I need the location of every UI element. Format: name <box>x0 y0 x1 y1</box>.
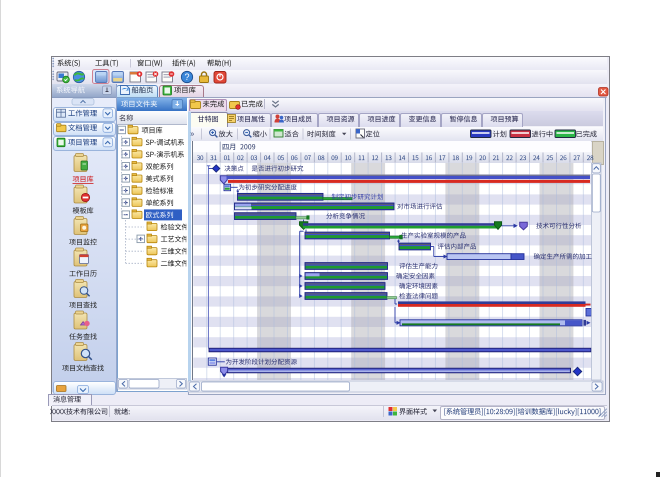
svg-text:?: ? <box>184 72 189 82</box>
